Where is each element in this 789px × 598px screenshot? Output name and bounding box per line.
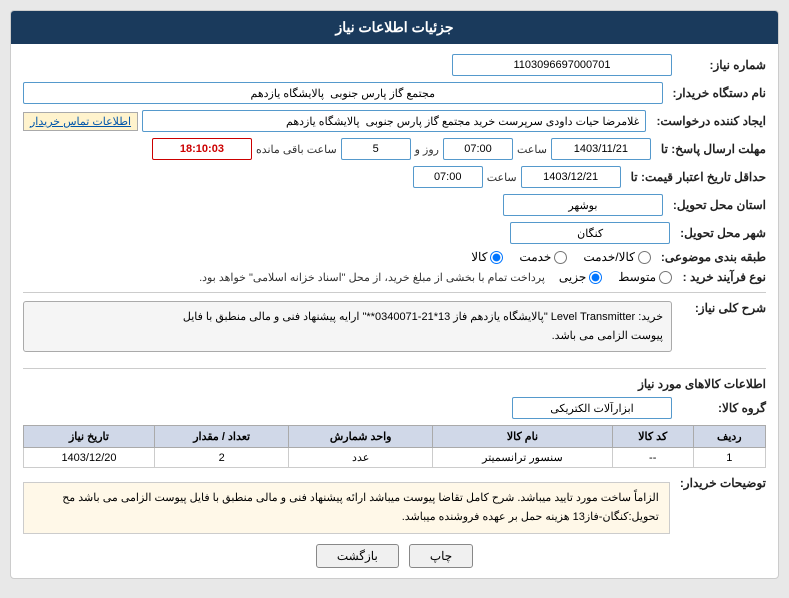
- mande-value[interactable]: [152, 138, 252, 160]
- cell-tedad: 2: [154, 448, 288, 468]
- group-kala-input[interactable]: [512, 397, 672, 419]
- shomare-niaz-input[interactable]: [452, 54, 672, 76]
- ersal-pasakh-date[interactable]: [551, 138, 651, 160]
- noe-farayand-label: نوع فرآیند خرید :: [676, 270, 766, 284]
- ersal-pasakh-row: مهلت ارسال پاسخ: تا ساعت روز و ساعت باقی…: [23, 138, 766, 160]
- saat-label1: ساعت: [517, 143, 547, 156]
- rooz-input[interactable]: [341, 138, 411, 160]
- ostan-row: استان محل تحویل:: [23, 194, 766, 216]
- sharh-content: خرید: Level Transmitter "پالایشگاه یازده…: [23, 301, 672, 352]
- group-kala-label: گروه کالا:: [676, 401, 766, 415]
- shahr-label: شهر محل تحویل:: [674, 226, 766, 240]
- group-kala-row: گروه کالا:: [23, 397, 766, 419]
- ijad-konande-row: ایجاد کننده درخواست: اطلاعات تماس خریدار: [23, 110, 766, 132]
- cell-radif: 1: [693, 448, 765, 468]
- ersal-pasakh-label: مهلت ارسال پاسخ: تا: [655, 142, 766, 156]
- cell-vahed: عدد: [289, 448, 433, 468]
- col-vahed: واحد شمارش: [289, 426, 433, 448]
- etebar-price-label: حداقل تاریخ اعتبار قیمت: تا: [625, 170, 766, 184]
- tabaqe-row: طبقه بندی موضوعی: کالا/خدمت خدمت کالا: [23, 250, 766, 264]
- tabaqe-option-khedmat[interactable]: خدمت: [519, 250, 567, 264]
- col-radif: ردیف: [693, 426, 765, 448]
- tawzih-content: الزاماً ساخت مورد تایید میباشد. شرح کامل…: [23, 482, 670, 533]
- tawzih-row: توضیحات خریدار: الزاماً ساخت مورد تایید …: [23, 476, 766, 533]
- shahr-row: شهر محل تحویل:: [23, 222, 766, 244]
- ostan-input[interactable]: [503, 194, 663, 216]
- kalaha-section-title: اطلاعات کالاهای مورد نیاز: [23, 377, 766, 391]
- tabaqe-radio-group: کالا/خدمت خدمت کالا: [471, 250, 651, 264]
- tabaqe-option-kala[interactable]: کالا: [471, 250, 503, 264]
- page-title: جزئیات اطلاعات نیاز: [335, 19, 453, 35]
- etebar-price-date[interactable]: [521, 166, 621, 188]
- mande-label: ساعت باقی مانده: [256, 143, 337, 156]
- col-tedad: تعداد / مقدار: [154, 426, 288, 448]
- rooz-label: روز و: [415, 143, 439, 156]
- etebar-price-saat[interactable]: [413, 166, 483, 188]
- tabaqe-option-kala-khedmat[interactable]: کالا/خدمت: [583, 250, 650, 264]
- sharh-label: شرح کلی نیاز:: [676, 301, 766, 315]
- tawzih-text: الزاماً ساخت مورد تایید میباشد. شرح کامل…: [62, 492, 659, 523]
- content-area: شماره نیاز: نام دستگاه خریدار: ایجاد کنن…: [11, 44, 778, 578]
- ostan-label: استان محل تحویل:: [667, 198, 766, 212]
- saat-label2: ساعت: [487, 171, 517, 184]
- sharh-row: شرح کلی نیاز: خرید: Level Transmitter "پ…: [23, 301, 766, 360]
- farayand-option-jozi[interactable]: جزیی: [559, 270, 602, 284]
- back-button[interactable]: بازگشت: [316, 544, 399, 568]
- table-row: 1 -- سنسور ترانسمیتر عدد 2 1403/12/20: [24, 448, 766, 468]
- nam-dastgah-input[interactable]: [23, 82, 663, 104]
- noe-farayand-row: نوع فرآیند خرید : متوسط جزیی پرداخت تمام…: [23, 270, 766, 284]
- col-name: نام کالا: [432, 426, 612, 448]
- tawzih-label: توضیحات خریدار:: [674, 476, 766, 490]
- kalaha-table: ردیف کد کالا نام کالا واحد شمارش تعداد /…: [23, 425, 766, 468]
- payment-note: پرداخت تمام با بخشی از مبلغ خرید، از محل…: [199, 271, 545, 284]
- shomare-niaz-label: شماره نیاز:: [676, 58, 766, 72]
- cell-tarikh: 1403/12/20: [24, 448, 155, 468]
- tabaqe-label: طبقه بندی موضوعی:: [655, 250, 766, 264]
- nam-dastgah-row: نام دستگاه خریدار:: [23, 82, 766, 104]
- sharh-line1: خرید: Level Transmitter "پالایشگاه یازده…: [183, 311, 663, 323]
- shahr-input[interactable]: [510, 222, 670, 244]
- etebar-price-row: حداقل تاریخ اعتبار قیمت: تا ساعت: [23, 166, 766, 188]
- ijad-konande-input[interactable]: [142, 110, 646, 132]
- col-tarikh: تاریخ نیاز: [24, 426, 155, 448]
- page-header: جزئیات اطلاعات نیاز: [11, 11, 778, 44]
- cell-name: سنسور ترانسمیتر: [432, 448, 612, 468]
- main-container: جزئیات اطلاعات نیاز شماره نیاز: نام دستگ…: [10, 10, 779, 579]
- ijad-konande-label: ایجاد کننده درخواست:: [650, 114, 766, 128]
- tamase-khardar-link[interactable]: اطلاعات تماس خریدار: [23, 112, 138, 131]
- nam-dastgah-label: نام دستگاه خریدار:: [667, 86, 767, 100]
- ersal-pasakh-saat[interactable]: [443, 138, 513, 160]
- noe-farayand-radio-group: متوسط جزیی: [559, 270, 672, 284]
- sharh-line2: پیوست الزامی می باشد.: [552, 330, 663, 342]
- print-button[interactable]: چاپ: [409, 544, 473, 568]
- col-kod: کد کالا: [612, 426, 693, 448]
- btn-row: چاپ بازگشت: [23, 544, 766, 568]
- cell-kod: --: [612, 448, 693, 468]
- shomare-niaz-row: شماره نیاز:: [23, 54, 766, 76]
- farayand-option-motavaset[interactable]: متوسط: [618, 270, 672, 284]
